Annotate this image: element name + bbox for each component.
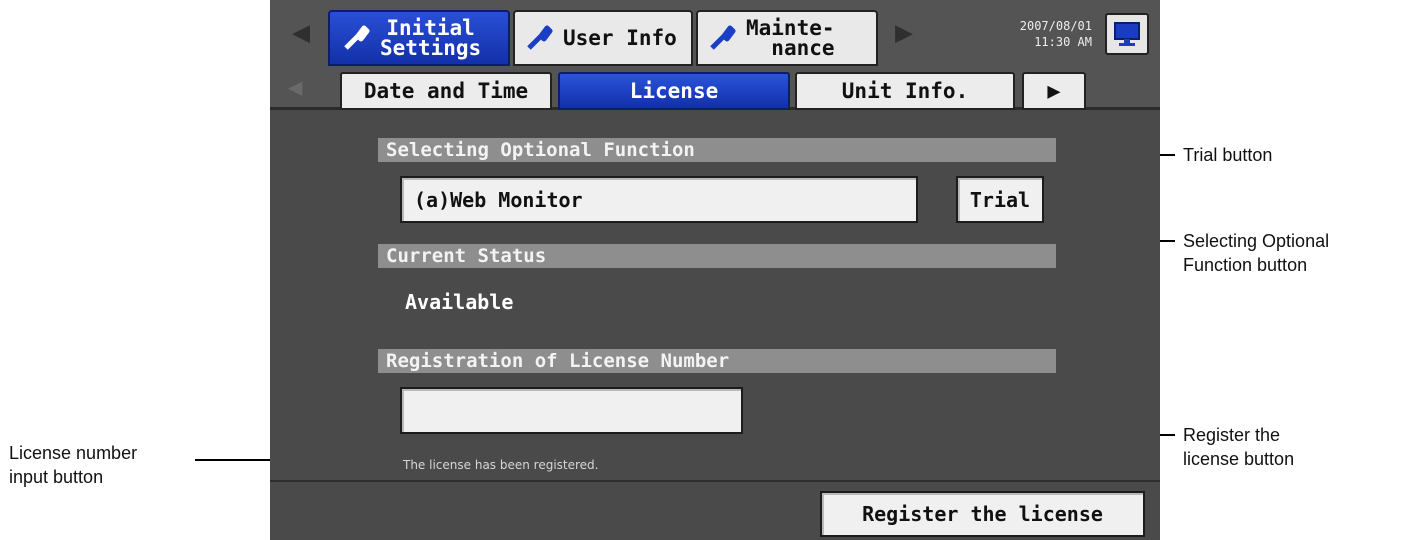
device-screen: ◀ Initial Settings User Info Mainte- nan…	[270, 0, 1160, 540]
current-status-section-title: Current Status	[378, 244, 1056, 268]
license-input-callout: License number input button	[9, 443, 138, 487]
license-section-title: Registration of License Number	[378, 349, 1056, 373]
wrench-icon	[710, 25, 736, 50]
tab-maintenance[interactable]: Mainte- nance	[696, 10, 878, 66]
selecting-function-callout: Selecting Optional Function button	[1183, 231, 1330, 275]
prev-menu-arrow-icon[interactable]: ◀	[292, 18, 310, 48]
monitor-icon	[1114, 22, 1140, 46]
tab-license[interactable]: License	[558, 72, 790, 110]
tab-initial-settings[interactable]: Initial Settings	[328, 10, 510, 66]
wrench-icon	[344, 25, 370, 50]
current-status-value: Available	[405, 290, 514, 314]
tab-unit-info[interactable]: Unit Info.	[795, 72, 1015, 110]
sub-tab-bar: ◀ Date and Time License Unit Info. ▶	[270, 66, 1160, 110]
register-license-button[interactable]: Register the license	[820, 491, 1145, 537]
optional-function-section-title: Selecting Optional Function	[378, 138, 1056, 162]
tab-user-info[interactable]: User Info	[513, 10, 693, 66]
prev-tab-arrow-icon[interactable]: ◀	[288, 75, 302, 99]
date-text: 2007/08/01	[1019, 19, 1092, 33]
license-status-note: The license has been registered.	[403, 458, 599, 472]
time-text: 11:30 AM	[1034, 35, 1092, 49]
next-tab-arrow-icon: ▶	[1047, 78, 1061, 104]
optional-function-select-button[interactable]: (a)Web Monitor	[400, 176, 918, 223]
tab-date-and-time[interactable]: Date and Time	[340, 72, 552, 110]
tab-initial-settings-label: Initial Settings	[380, 16, 482, 60]
license-number-input[interactable]	[400, 387, 743, 434]
top-bar: ◀ Initial Settings User Info Mainte- nan…	[270, 0, 1160, 66]
tab-maintenance-label: Mainte- nance	[746, 16, 835, 60]
next-tab-button[interactable]: ▶	[1022, 72, 1086, 110]
register-button-callout: Register the license button	[1183, 425, 1295, 469]
wrench-icon	[527, 25, 553, 50]
trial-button[interactable]: Trial	[956, 176, 1044, 223]
monitor-button[interactable]	[1105, 13, 1149, 55]
footer-divider	[270, 480, 1160, 482]
tab-user-info-label: User Info	[563, 26, 677, 50]
trial-button-callout: Trial button	[1183, 145, 1273, 165]
next-menu-arrow-icon[interactable]: ▶	[895, 18, 913, 48]
datetime-display: 2007/08/01 11:30 AM	[1020, 18, 1092, 50]
